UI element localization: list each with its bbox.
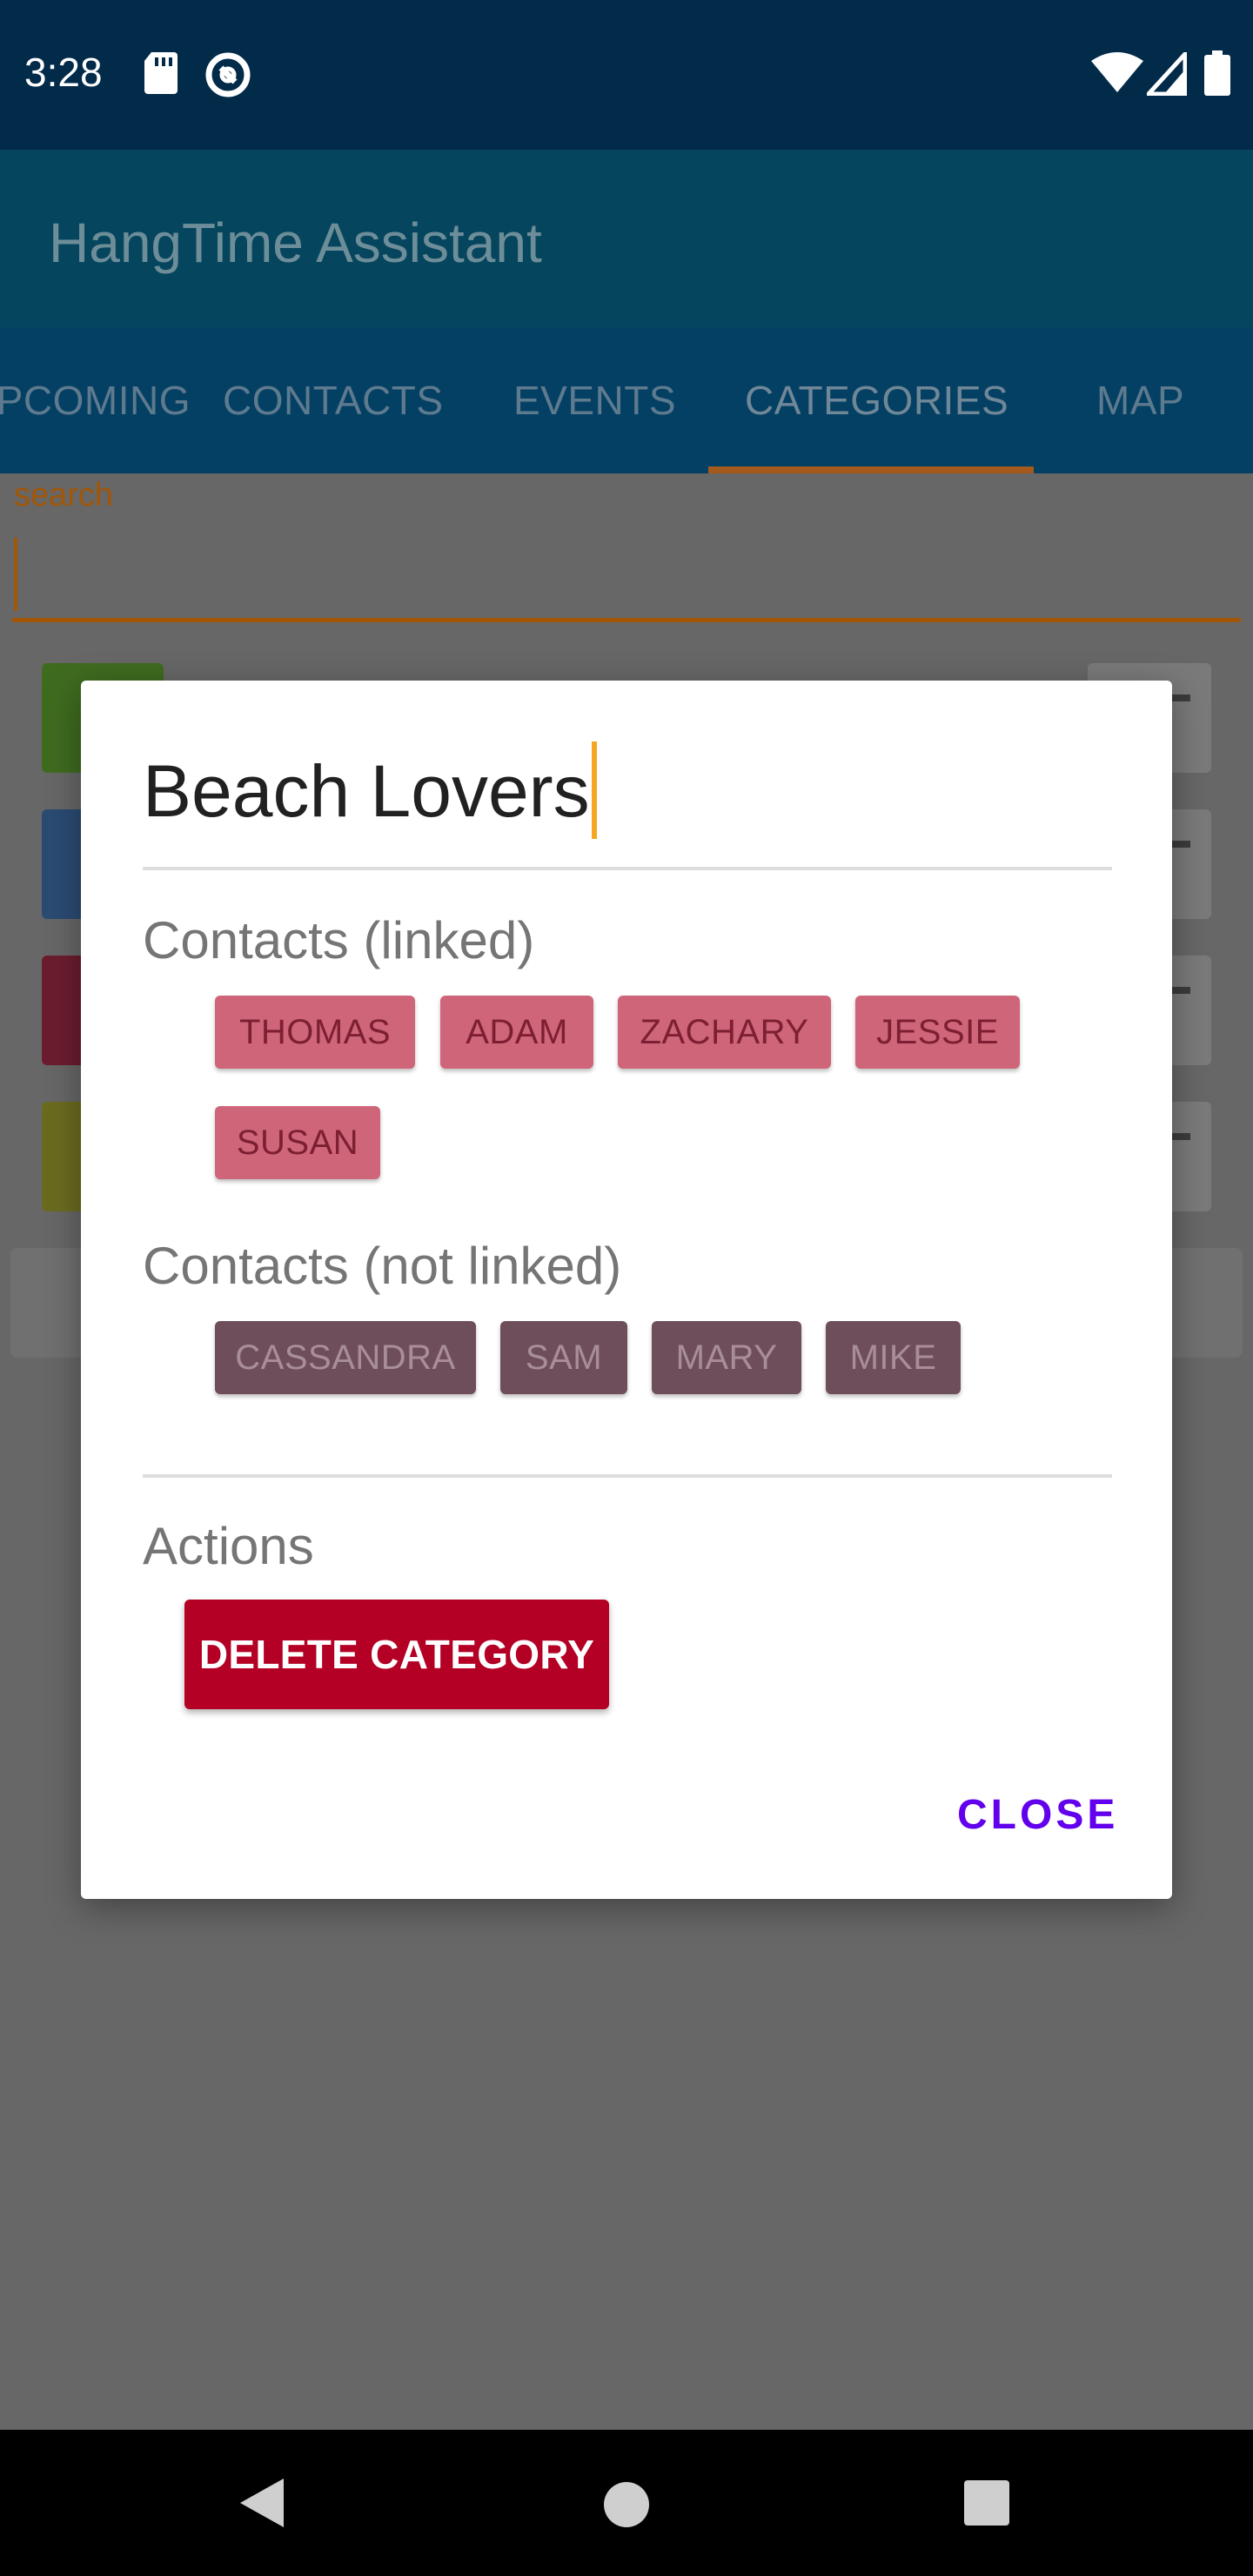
sd-card-icon	[144, 52, 178, 94]
tab-contacts[interactable]: CONTACTS	[223, 327, 444, 473]
search-input[interactable]	[12, 618, 1241, 622]
tab-indicator	[708, 466, 1034, 473]
linked-contact-chip[interactable]: JESSIE	[855, 996, 1020, 1069]
title-underline	[143, 867, 1112, 870]
tab-bar: UPCOMING CONTACTS EVENTS CATEGORIES MAP	[0, 327, 1253, 473]
search-cursor	[14, 538, 17, 611]
linked-contact-chip[interactable]: ZACHARY	[618, 996, 831, 1069]
linked-contact-chip[interactable]: SUSAN	[215, 1106, 380, 1179]
battery-icon	[1204, 50, 1230, 96]
linked-contact-chip[interactable]: ADAM	[440, 996, 593, 1069]
wifi-icon	[1091, 52, 1143, 92]
status-time: 3:28	[24, 50, 103, 95]
close-button[interactable]: CLOSE	[957, 1781, 1115, 1850]
search-label: search	[14, 477, 114, 513]
category-name-input[interactable]: Beach Lovers	[143, 741, 597, 846]
linked-heading: Contacts (linked)	[143, 911, 535, 969]
status-bar	[0, 0, 1253, 150]
unlinked-contact-chip[interactable]: CASSANDRA	[215, 1321, 476, 1394]
unlinked-contact-chip[interactable]: MIKE	[826, 1321, 961, 1394]
nfc-icon	[205, 52, 251, 97]
recents-icon[interactable]	[964, 2480, 1009, 2526]
actions-heading: Actions	[143, 1517, 314, 1575]
linked-contact-chip[interactable]: THOMAS	[215, 996, 415, 1069]
tab-events[interactable]: EVENTS	[513, 327, 676, 473]
unlinked-contact-chip[interactable]: SAM	[500, 1321, 627, 1394]
category-name-text: Beach Lovers	[143, 750, 590, 833]
signal-icon	[1147, 52, 1187, 96]
tab-map[interactable]: MAP	[1096, 327, 1184, 473]
home-icon[interactable]	[602, 2480, 651, 2529]
delete-category-button[interactable]: DELETE CATEGORY	[184, 1600, 609, 1709]
text-caret	[591, 741, 597, 839]
app-title: HangTime Assistant	[49, 211, 542, 274]
tab-upcoming[interactable]: UPCOMING	[0, 327, 191, 473]
section-divider	[143, 1474, 1112, 1478]
tab-categories[interactable]: CATEGORIES	[745, 327, 1008, 473]
back-icon[interactable]	[237, 2477, 285, 2529]
unlinked-heading: Contacts (not linked)	[143, 1237, 622, 1295]
unlinked-contact-chip[interactable]: MARY	[652, 1321, 801, 1394]
